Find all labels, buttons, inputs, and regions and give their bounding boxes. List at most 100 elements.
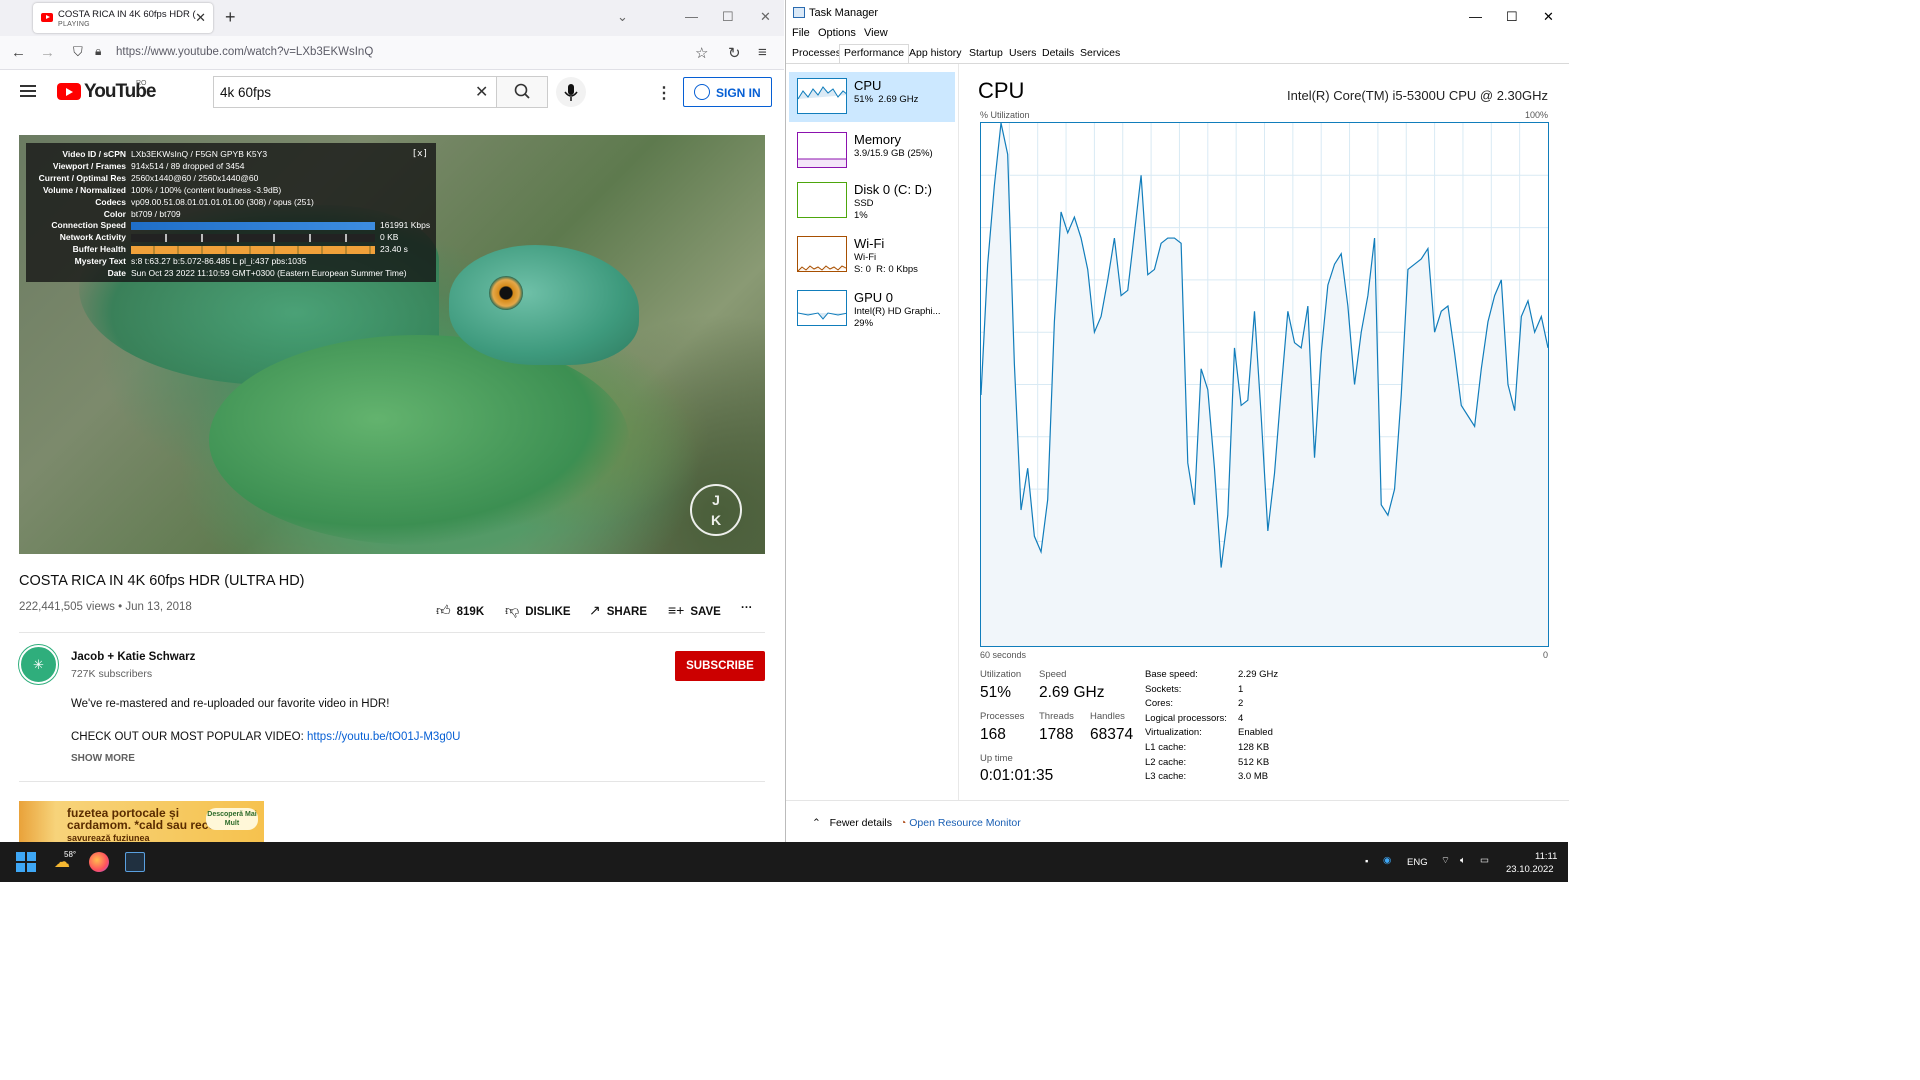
sidebar-item-gpu[interactable]: GPU 0 Intel(R) HD Graphi... 29% [789, 284, 955, 334]
task-manager-window: Task Manager — ☐ ✕ File Options View Pro… [785, 0, 1569, 842]
spec-value: Enabled [1238, 727, 1273, 739]
windows-start-icon[interactable] [16, 852, 36, 872]
tab-users[interactable]: Users [1009, 47, 1036, 64]
clock-date[interactable]: 23.10.2022 [1506, 864, 1554, 875]
language-indicator[interactable]: ENG [1407, 857, 1428, 868]
channel-name[interactable]: Jacob + Katie Schwarz [71, 651, 195, 663]
sign-in-button[interactable]: SIGN IN [683, 77, 772, 107]
sidebar-item-wifi[interactable]: Wi-Fi Wi-Fi S: 0 R: 0 Kbps [789, 230, 955, 280]
description-link[interactable]: https://youtu.be/tO01J-M3g0U [307, 731, 460, 743]
close-tab-icon[interactable]: ✕ [195, 10, 206, 26]
maximize-icon[interactable]: ☐ [722, 9, 734, 25]
stats-key: Mystery Text [74, 256, 126, 267]
tab-divider [786, 63, 1569, 64]
tab-services[interactable]: Services [1080, 47, 1120, 64]
stats-row: Current / Optimal Res 2560x1440@60 / 2560… [26, 173, 436, 184]
new-tab-icon[interactable]: + [225, 7, 236, 28]
close-window-icon[interactable]: ✕ [1543, 9, 1554, 25]
fewer-details-button[interactable]: ⌃ Fewer details [812, 817, 892, 829]
tray-network-app-icon[interactable]: ◉ [1383, 855, 1391, 866]
task-manager-app-icon [793, 7, 805, 18]
app-menu-icon[interactable]: ≡ [758, 44, 767, 61]
graph-y-label: % Utilization [980, 110, 1030, 120]
sidebar-item-disk[interactable]: Disk 0 (C: D:) SSD 1% [789, 176, 955, 226]
spec-value: 128 KB [1238, 742, 1270, 753]
volume-icon[interactable]: 🔈︎ [1460, 855, 1466, 866]
like-button[interactable]: 👍︎ 819K [436, 602, 484, 619]
youtube-header: YouTube RO 4k 60fps ✕ ⋮ SIGN IN [0, 70, 784, 114]
utilization-value: 51% [980, 684, 1012, 701]
tab-performance[interactable]: Performance [839, 44, 910, 63]
menu-options[interactable]: Options [818, 27, 856, 39]
spec-label: Logical processors: [1145, 712, 1227, 724]
settings-more-icon[interactable]: ⋮ [656, 83, 672, 103]
firefox-icon[interactable] [89, 852, 109, 872]
graph-y-min: 0 [1542, 650, 1548, 660]
show-more-button[interactable]: SHOW MORE [71, 753, 135, 764]
battery-icon[interactable]: ▭ [1480, 855, 1489, 866]
dislike-button[interactable]: 👎︎ DISLIKE [505, 602, 571, 619]
nav-bar: ← → ⛉ 🔒︎ https://www.youtube.com/watch?v… [0, 36, 784, 70]
channel-watermark[interactable]: J K [690, 484, 742, 536]
video-player[interactable]: J K [x] Video ID / sCPN LXb3EKWsInQ / F5G… [19, 135, 765, 554]
search-input[interactable]: 4k 60fps [213, 76, 496, 108]
video-title: COSTA RICA IN 4K 60fps HDR (ULTRA HD) [19, 573, 305, 589]
tab-processes[interactable]: Processes [792, 47, 841, 64]
stats-row: Video ID / sCPN LXb3EKWsInQ / F5GN GPYB K… [26, 149, 436, 160]
stats-key: Buffer Health [72, 244, 126, 255]
maximize-icon[interactable]: ☐ [1506, 9, 1518, 25]
forward-icon[interactable]: → [40, 44, 55, 61]
back-icon[interactable]: ← [11, 44, 26, 61]
open-resource-monitor-link[interactable]: ◔ Open Resource Monitor [900, 817, 1021, 829]
close-window-icon[interactable]: ✕ [760, 9, 771, 25]
sidebar-item-detail: 3.9/15.9 GB (25%) [854, 148, 933, 159]
tab-details[interactable]: Details [1042, 47, 1074, 64]
tray-app-icon[interactable]: ▪ [1365, 856, 1368, 867]
channel-avatar[interactable]: ✳ [19, 645, 58, 684]
minimize-icon[interactable]: — [685, 9, 698, 24]
stats-row: Volume / Normalized 100% / 100% (content … [26, 185, 436, 196]
menu-file[interactable]: File [792, 27, 810, 39]
save-button[interactable]: ≡+ SAVE [668, 602, 721, 618]
minimize-icon[interactable]: — [1469, 9, 1482, 24]
guide-menu-icon[interactable] [20, 85, 36, 97]
youtube-logo-icon[interactable] [57, 83, 81, 100]
tab-title: COSTA RICA IN 4K 60fps HDR (ULTRA HD) [58, 9, 196, 20]
more-actions-icon[interactable]: ··· [741, 602, 753, 614]
lock-icon[interactable]: 🔒︎ [95, 44, 101, 59]
ad-banner[interactable]: fuzetea portocale și cardamom. *cald sau … [19, 801, 264, 842]
sidebar-item-cpu[interactable]: CPU 51% 2.69 GHz [789, 72, 955, 122]
clear-search-icon[interactable]: ✕ [475, 82, 488, 102]
subscribe-button[interactable]: SUBSCRIBE [675, 651, 765, 681]
sidebar-item-memory[interactable]: Memory 3.9/15.9 GB (25%) [789, 126, 955, 176]
list-tabs-icon[interactable]: ⌄ [617, 9, 628, 25]
tab-app-history[interactable]: App history [909, 47, 962, 64]
voice-search-button[interactable] [556, 77, 586, 107]
wifi-icon[interactable]: ⌔ [1441, 855, 1450, 866]
shield-icon[interactable]: ⛉ [73, 44, 83, 60]
divider [19, 632, 765, 633]
stats-row: Date Sun Oct 23 2022 11:10:59 GMT+0300 (E… [26, 268, 436, 279]
search-button[interactable] [496, 76, 548, 108]
spec-value: 4 [1238, 712, 1244, 724]
reload-icon[interactable]: ↻ [728, 44, 741, 62]
sidebar-item-label: GPU 0 [854, 290, 894, 305]
disk-thumbnail-graph [797, 182, 847, 218]
account-icon [694, 84, 710, 100]
clock-time[interactable]: 11:11 [1535, 851, 1557, 862]
stats-key: Viewport / Frames [52, 160, 126, 171]
bookmark-star-icon[interactable]: ☆ [695, 44, 708, 62]
stats-value: 161991 Kbps [380, 220, 431, 231]
browser-tab[interactable]: COSTA RICA IN 4K 60fps HDR (ULTRA HD) PL… [33, 3, 213, 33]
graph-y-max: 100% [1524, 110, 1548, 120]
sidebar-item-detail: Intel(R) HD Graphi... 29% [854, 306, 941, 329]
url-bar[interactable]: https://www.youtube.com/watch?v=LXb3EKWs… [116, 46, 373, 58]
youtube-favicon-icon [41, 13, 53, 22]
spec-label: Virtualization: [1145, 727, 1202, 739]
task-manager-taskbar-icon[interactable] [125, 852, 145, 872]
uptime-value: 0:01:01:35 [980, 767, 1054, 784]
tab-startup[interactable]: Startup [969, 47, 1003, 64]
share-button[interactable]: ↗ SHARE [589, 602, 647, 619]
ad-cta-button[interactable]: Descoperă Mai Mult [206, 808, 258, 830]
menu-view[interactable]: View [864, 27, 888, 39]
